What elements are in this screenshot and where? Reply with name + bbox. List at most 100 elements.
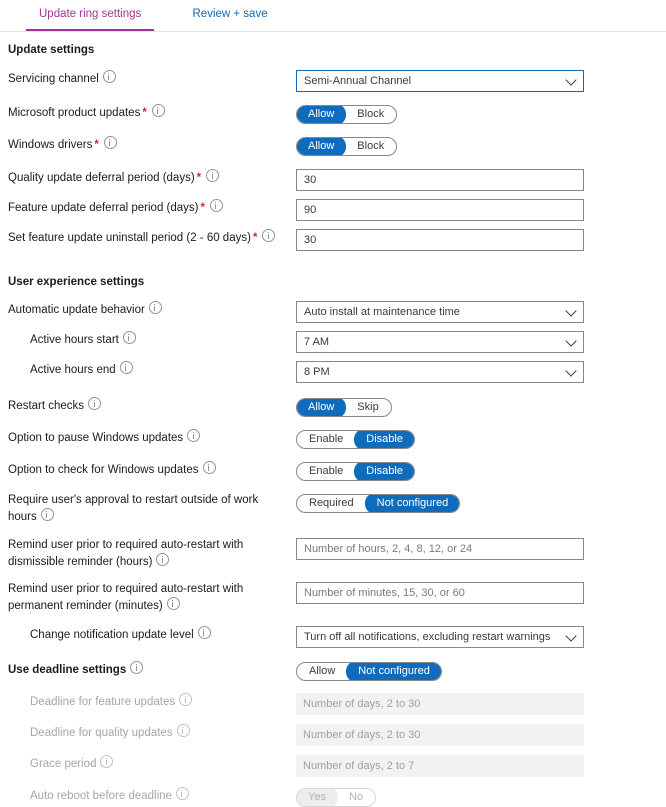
section-heading-user-experience: User experience settings (8, 276, 145, 288)
label-quality-update-deferral: Quality update deferral period (days) * (8, 169, 296, 186)
permanent-reminder-input[interactable]: Number of minutes, 15, 30, or 60 (296, 582, 584, 604)
control-windows-drivers: Allow Block (296, 136, 398, 156)
info-icon[interactable] (206, 169, 220, 182)
toggle-option-allow[interactable]: Allow (296, 399, 347, 416)
required-asterisk: * (142, 107, 147, 119)
microsoft-product-updates-toggle[interactable]: Allow Block (296, 105, 398, 124)
label-feature-update-uninstall-period-text: Set feature update uninstall period (2 -… (8, 232, 251, 244)
info-icon[interactable] (130, 661, 144, 674)
toggle-option-block[interactable]: Block (345, 138, 396, 155)
info-icon[interactable] (156, 553, 170, 566)
deadline-feature-updates-placeholder: Number of days, 2 to 30 (303, 698, 421, 710)
grace-period-input: Number of days, 2 to 7 (296, 755, 584, 777)
label-automatic-update-behavior: Automatic update behavior (8, 301, 296, 318)
info-icon[interactable] (197, 626, 211, 639)
info-icon[interactable] (148, 301, 162, 314)
label-feature-update-uninstall-period: Set feature update uninstall period (2 -… (8, 229, 296, 246)
required-asterisk: * (200, 202, 205, 214)
toggle-option-allow[interactable]: Allow (297, 138, 347, 155)
windows-drivers-toggle[interactable]: Allow Block (296, 137, 398, 156)
info-icon[interactable] (102, 70, 116, 83)
quality-update-deferral-value: 30 (304, 174, 317, 186)
chevron-down-icon (565, 365, 577, 377)
label-automatic-update-behavior-text: Automatic update behavior (8, 304, 145, 316)
row-deadline-feature-updates: Deadline for feature updates Number of d… (0, 693, 666, 715)
control-active-hours-start: 7 AM (296, 331, 584, 353)
control-use-deadline-settings: Allow Not configured (296, 661, 442, 681)
toggle-option-enable[interactable]: Enable (297, 463, 355, 480)
option-pause-updates-toggle[interactable]: Enable Disable (296, 430, 415, 449)
info-icon (179, 693, 193, 706)
active-hours-end-dropdown[interactable]: 8 PM (296, 361, 584, 383)
toggle-option-disable[interactable]: Disable (354, 431, 414, 448)
tab-review-save[interactable]: Review + save (180, 0, 281, 31)
active-hours-start-dropdown[interactable]: 7 AM (296, 331, 584, 353)
info-icon[interactable] (202, 461, 216, 474)
row-deadline-quality-updates: Deadline for quality updates Number of d… (0, 724, 666, 746)
toggle-option-enable[interactable]: Enable (297, 431, 355, 448)
toggle-option-allow[interactable]: Allow (297, 106, 347, 123)
label-feature-update-deferral: Feature update deferral period (days) * (8, 199, 296, 216)
toggle-option-not-configured[interactable]: Not configured (364, 495, 460, 512)
toggle-option-not-configured[interactable]: Not configured (346, 663, 441, 680)
info-icon[interactable] (166, 597, 180, 610)
permanent-reminder-placeholder: Number of minutes, 15, 30, or 60 (304, 587, 465, 599)
label-deadline-quality-updates-text: Deadline for quality updates (30, 727, 173, 739)
notification-update-level-dropdown[interactable]: Turn off all notifications, excluding re… (296, 626, 584, 648)
use-deadline-settings-toggle[interactable]: Allow Not configured (296, 662, 442, 681)
label-quality-update-deferral-text: Quality update deferral period (days) (8, 172, 195, 184)
toggle-option-required[interactable]: Required (297, 495, 366, 512)
label-require-user-approval: Require user's approval to restart outsi… (8, 493, 296, 525)
row-automatic-update-behavior: Automatic update behavior Auto install a… (0, 301, 666, 323)
label-active-hours-start-text: Active hours start (30, 334, 119, 346)
deadline-quality-updates-placeholder: Number of days, 2 to 30 (303, 729, 421, 741)
toggle-option-disable[interactable]: Disable (354, 463, 414, 480)
feature-update-deferral-value: 90 (304, 204, 317, 216)
label-dismissible-reminder-text: Remind user prior to required auto-resta… (8, 539, 244, 568)
label-option-check-updates: Option to check for Windows updates (8, 461, 296, 478)
chevron-down-icon (565, 630, 577, 642)
feature-update-deferral-input[interactable]: 90 (296, 199, 584, 221)
info-icon[interactable] (103, 136, 117, 149)
info-icon[interactable] (119, 361, 133, 374)
control-servicing-channel: Semi-Annual Channel (296, 70, 584, 92)
row-dismissible-reminder: Remind user prior to required auto-resta… (0, 538, 666, 570)
automatic-update-behavior-dropdown[interactable]: Auto install at maintenance time (296, 301, 584, 323)
label-use-deadline-settings: Use deadline settings (8, 661, 296, 678)
control-option-pause-updates: Enable Disable (296, 429, 415, 449)
control-auto-reboot-before-deadline: Yes No (296, 787, 377, 807)
toggle-option-allow[interactable]: Allow (297, 663, 347, 680)
deadline-feature-updates-input: Number of days, 2 to 30 (296, 693, 584, 715)
restart-checks-toggle[interactable]: Allow Skip (296, 398, 392, 417)
toggle-option-block[interactable]: Block (345, 106, 396, 123)
info-icon[interactable] (40, 508, 54, 521)
label-use-deadline-settings-text: Use deadline settings (8, 664, 127, 676)
quality-update-deferral-input[interactable]: 30 (296, 169, 584, 191)
info-icon[interactable] (262, 229, 276, 242)
dismissible-reminder-input[interactable]: Number of hours, 2, 4, 8, 12, or 24 (296, 538, 584, 560)
info-icon[interactable] (209, 199, 223, 212)
servicing-channel-dropdown[interactable]: Semi-Annual Channel (296, 70, 584, 92)
row-permanent-reminder: Remind user prior to required auto-resta… (0, 582, 666, 614)
label-servicing-channel: Servicing channel (8, 70, 296, 87)
label-auto-reboot-before-deadline-text: Auto reboot before deadline (30, 790, 172, 802)
info-icon[interactable] (187, 429, 201, 442)
control-grace-period: Number of days, 2 to 7 (296, 755, 584, 777)
info-icon[interactable] (151, 104, 165, 117)
info-icon[interactable] (88, 397, 102, 410)
require-user-approval-toggle[interactable]: Required Not configured (296, 494, 461, 513)
row-option-pause-updates: Option to pause Windows updates Enable D… (0, 429, 666, 449)
row-servicing-channel: Servicing channel Semi-Annual Channel (0, 70, 666, 92)
dismissible-reminder-placeholder: Number of hours, 2, 4, 8, 12, or 24 (304, 543, 473, 555)
active-hours-start-value: 7 AM (304, 336, 330, 348)
toggle-option-skip[interactable]: Skip (345, 399, 390, 416)
label-dismissible-reminder: Remind user prior to required auto-resta… (8, 538, 296, 570)
row-feature-update-deferral: Feature update deferral period (days) * 9… (0, 199, 666, 221)
feature-update-uninstall-period-input[interactable]: 30 (296, 229, 584, 251)
info-icon[interactable] (122, 331, 136, 344)
control-notification-update-level: Turn off all notifications, excluding re… (296, 626, 584, 648)
control-restart-checks: Allow Skip (296, 397, 392, 417)
row-notification-update-level: Change notification update level Turn of… (0, 626, 666, 648)
option-check-updates-toggle[interactable]: Enable Disable (296, 462, 415, 481)
tab-update-ring-settings[interactable]: Update ring settings (26, 0, 155, 31)
